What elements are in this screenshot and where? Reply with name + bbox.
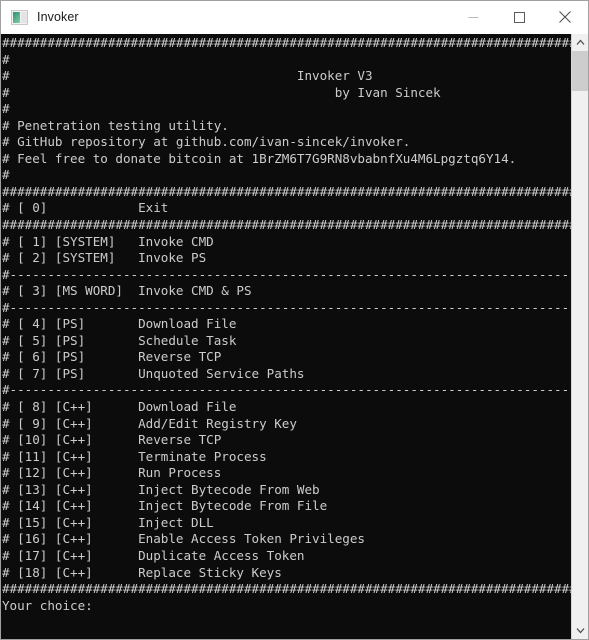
console-line: # by Ivan Sincek # — [2, 84, 441, 100]
console-line: # [13] [C++] Inject Bytecode From Web # — [2, 481, 320, 497]
console-line: ########################################… — [2, 581, 571, 597]
console-line: Your choice: — [2, 597, 93, 613]
console-line: # [ 2] [SYSTEM] Invoke PS # — [2, 250, 207, 266]
console-line: ########################################… — [2, 217, 571, 233]
console-line: #---------------------------------------… — [2, 266, 571, 282]
minimize-button[interactable] — [450, 1, 496, 33]
console-line: # [ 8] [C++] Download File # — [2, 399, 237, 415]
vertical-scrollbar[interactable] — [571, 34, 588, 639]
chevron-down-icon — [576, 628, 584, 634]
close-icon — [559, 11, 571, 23]
scrollbar-track[interactable] — [572, 51, 588, 622]
console-line: ########################################… — [2, 35, 571, 50]
chevron-up-icon — [576, 39, 584, 45]
console-line: # [15] [C++] Inject DLL # — [2, 514, 214, 530]
title-bar-left: Invoker — [1, 1, 450, 33]
console-line: # [18] [C++] Replace Sticky Keys # — [2, 564, 282, 580]
console-line: # [10] [C++] Reverse TCP # — [2, 432, 222, 448]
window-title: Invoker — [37, 10, 79, 24]
title-bar[interactable]: Invoker — [1, 1, 588, 34]
console-line: # Penetration testing utility. # — [2, 117, 229, 133]
console-line: # [14] [C++] Inject Bytecode From File # — [2, 498, 328, 514]
maximize-icon — [513, 11, 525, 23]
console-line: # # — [2, 51, 10, 67]
scroll-up-button[interactable] — [572, 34, 588, 51]
scroll-down-button[interactable] — [572, 622, 588, 639]
console-line: # [12] [C++] Run Process # — [2, 465, 222, 481]
console-output[interactable]: ########################################… — [1, 34, 571, 639]
console-line: # GitHub repository at github.com/ivan-s… — [2, 134, 411, 150]
console-line: # [ 5] [PS] Schedule Task # — [2, 332, 237, 348]
console-line: # [ 1] [SYSTEM] Invoke CMD # — [2, 233, 214, 249]
maximize-button[interactable] — [496, 1, 542, 33]
close-button[interactable] — [542, 1, 588, 33]
minimize-icon — [468, 16, 478, 18]
console-line: # [11] [C++] Terminate Process # — [2, 448, 267, 464]
console-line: # [ 4] [PS] Download File # — [2, 316, 237, 332]
window-controls — [450, 1, 588, 33]
console-line: # [16] [C++] Enable Access Token Privile… — [2, 531, 365, 547]
console-line: # Invoker V3 # — [2, 68, 373, 84]
scrollbar-thumb[interactable] — [572, 51, 588, 91]
console-line: # # — [2, 101, 10, 117]
console-line: # [ 6] [PS] Reverse TCP # — [2, 349, 222, 365]
console-line: # Feel free to donate bitcoin at 1BrZM6T… — [2, 150, 517, 166]
console-line: # [ 3] [MS WORD] Invoke CMD & PS # — [2, 283, 252, 299]
console-line: #---------------------------------------… — [2, 299, 571, 315]
app-icon — [11, 9, 28, 25]
invoker-window: Invoker ################################… — [0, 0, 589, 640]
console-line: # [17] [C++] Duplicate Access Token # — [2, 547, 305, 563]
console-line: # # — [2, 167, 10, 183]
console-area: ########################################… — [1, 34, 588, 639]
console-line: # [ 7] [PS] Unquoted Service Paths # — [2, 365, 305, 381]
console-line: # [ 0] Exit # — [2, 200, 169, 216]
console-line: # [ 9] [C++] Add/Edit Registry Key # — [2, 415, 297, 431]
console-line: ########################################… — [2, 183, 571, 199]
console-line: #---------------------------------------… — [2, 382, 571, 398]
